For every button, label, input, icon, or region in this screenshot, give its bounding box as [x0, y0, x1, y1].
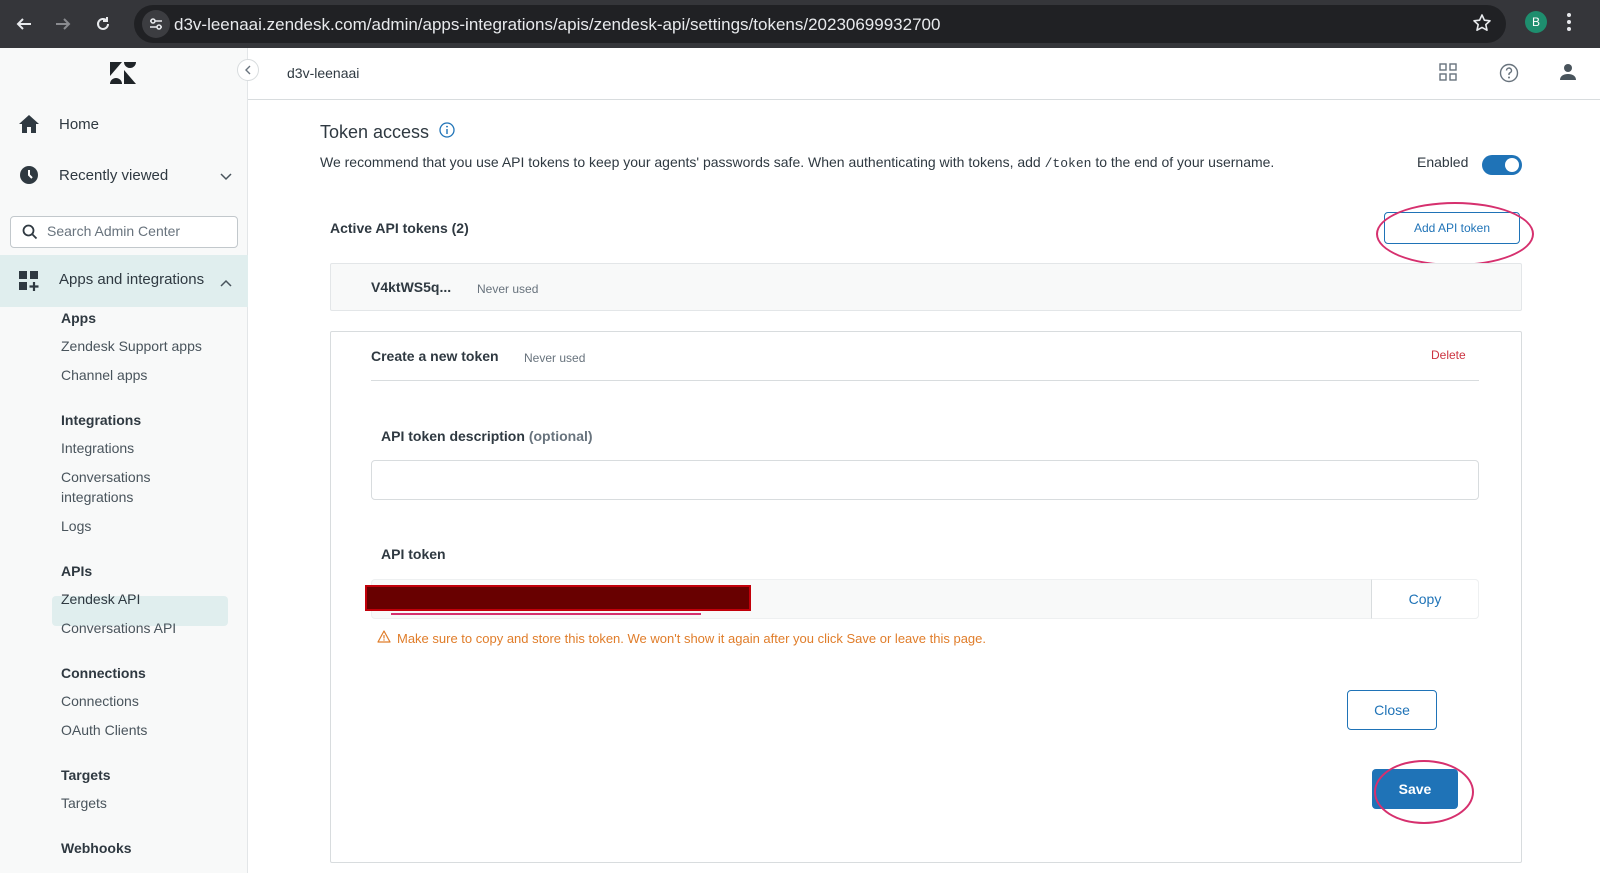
- info-icon[interactable]: [439, 122, 455, 143]
- token-warning: Make sure to copy and store this token. …: [377, 630, 986, 646]
- warning-text: Make sure to copy and store this token. …: [397, 630, 986, 646]
- search-input[interactable]: [47, 223, 227, 239]
- section-heading-targets: Targets: [61, 767, 111, 783]
- sidebar-item-zendesk-api[interactable]: Zendesk API: [61, 589, 140, 609]
- section-heading-integrations: Integrations: [61, 412, 142, 428]
- sidebar-item-targets[interactable]: Targets: [61, 793, 107, 813]
- account-name: d3v-leenaai: [287, 65, 360, 81]
- url-text[interactable]: d3v-leenaai.zendesk.com/admin/apps-integ…: [174, 15, 940, 35]
- sidebar-item-channel-apps[interactable]: Channel apps: [61, 365, 147, 385]
- page-title: Token access: [320, 122, 430, 142]
- bookmark-star-icon[interactable]: [1472, 13, 1492, 38]
- forward-icon[interactable]: [49, 10, 77, 38]
- close-button[interactable]: Close: [1347, 690, 1437, 730]
- sidebar-item-integrations[interactable]: Integrations: [61, 438, 134, 458]
- new-token-status: Never used: [524, 351, 586, 365]
- copy-token-button[interactable]: Copy: [1371, 579, 1479, 619]
- address-bar[interactable]: d3v-leenaai.zendesk.com/admin/apps-integ…: [134, 5, 1506, 43]
- new-token-heading: Create a new token: [371, 348, 499, 364]
- sidebar-item-label-line1: Conversations: [61, 469, 151, 485]
- nav-home[interactable]: Home: [0, 104, 248, 144]
- warning-icon: [377, 630, 391, 646]
- sidebar-item-connections[interactable]: Connections: [61, 691, 139, 711]
- toggle-knob: [1505, 158, 1519, 172]
- nav-apps-label: Apps and integrations: [59, 271, 205, 288]
- token-row[interactable]: V4ktWS5q... Never used: [330, 263, 1522, 311]
- admin-search[interactable]: [10, 216, 238, 248]
- api-token-label: API token: [381, 546, 446, 562]
- description-prefix: We recommend that you use API tokens to …: [320, 154, 1041, 170]
- sidebar-item-label-line2: integrations: [61, 489, 134, 505]
- section-heading-connections: Connections: [61, 665, 146, 681]
- search-icon: [22, 224, 38, 245]
- annotation-underline: [391, 613, 701, 615]
- divider: [371, 380, 1479, 381]
- new-token-panel: Create a new token Never used Delete API…: [330, 331, 1522, 863]
- token-name: V4ktWS5q...: [371, 279, 452, 295]
- description-field-label: API token description (optional): [381, 428, 593, 444]
- browser-toolbar: d3v-leenaai.zendesk.com/admin/apps-integ…: [0, 0, 1600, 48]
- token-description-input[interactable]: [371, 460, 1479, 500]
- help-icon[interactable]: [1499, 63, 1519, 88]
- browser-menu-icon[interactable]: [1566, 12, 1572, 37]
- zendesk-logo-icon[interactable]: [110, 62, 138, 89]
- section-heading-webhooks: Webhooks: [61, 840, 132, 856]
- description-label-text: API token description: [381, 428, 525, 444]
- collapse-sidebar-button[interactable]: [237, 59, 259, 81]
- apps-grid-icon: [18, 270, 40, 297]
- optional-hint: (optional): [528, 428, 593, 444]
- annotation-circle: [1376, 202, 1534, 266]
- top-bar: d3v-leenaai: [248, 48, 1600, 100]
- sidebar-item-oauth-clients[interactable]: OAuth Clients: [61, 720, 147, 740]
- token-status: Never used: [477, 282, 539, 296]
- redacted-token-value: [365, 585, 751, 611]
- chevron-up-icon[interactable]: [220, 274, 232, 292]
- enabled-label: Enabled: [1417, 154, 1469, 170]
- home-icon: [18, 113, 40, 140]
- active-tokens-heading: Active API tokens (2): [330, 220, 469, 236]
- sidebar-item-logs[interactable]: Logs: [61, 516, 91, 536]
- nav-recently-viewed-label: Recently viewed: [59, 166, 169, 184]
- reload-icon[interactable]: [89, 10, 117, 38]
- nav-recently-viewed[interactable]: Recently viewed: [0, 155, 248, 195]
- chevron-down-icon[interactable]: [220, 168, 232, 186]
- admin-sidebar: Home Recently viewed Apps and integratio…: [0, 48, 259, 873]
- token-access-toggle[interactable]: [1482, 155, 1522, 175]
- nav-apps-and-integrations[interactable]: Apps and integrations: [0, 255, 248, 307]
- delete-token-link[interactable]: Delete: [1431, 348, 1466, 362]
- section-heading-apis: APIs: [61, 563, 93, 579]
- token-access-description: We recommend that you use API tokens to …: [320, 154, 1274, 171]
- description-code: /token: [1044, 156, 1092, 171]
- product-tray-icon[interactable]: [1439, 63, 1457, 86]
- annotation-circle: [1374, 760, 1474, 824]
- description-suffix: to the end of your username.: [1095, 154, 1275, 170]
- sidebar-item-conversations-integrations[interactable]: Conversations integrations: [61, 467, 151, 507]
- section-heading-apps: Apps: [61, 310, 96, 326]
- sidebar-item-conversations-api[interactable]: Conversations API: [61, 618, 176, 638]
- back-icon[interactable]: [10, 10, 38, 38]
- user-profile-icon[interactable]: [1559, 63, 1577, 86]
- nav-home-label: Home: [59, 115, 100, 133]
- site-settings-icon[interactable]: [142, 10, 170, 38]
- profile-avatar[interactable]: B: [1525, 11, 1547, 33]
- sidebar-item-zendesk-support-apps[interactable]: Zendesk Support apps: [61, 336, 202, 356]
- main-content: Token access We recommend that you use A…: [248, 100, 1600, 873]
- clock-icon: [18, 164, 40, 191]
